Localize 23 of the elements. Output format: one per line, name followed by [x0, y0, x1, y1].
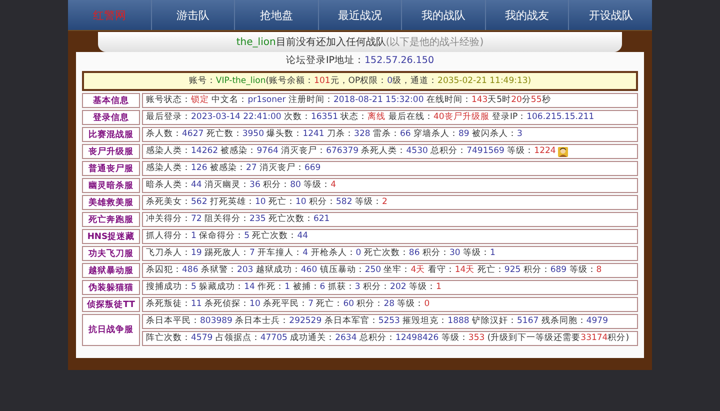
- server-title: 幽灵暗杀服: [82, 178, 140, 193]
- nav-link[interactable]: 我的战友: [484, 0, 568, 30]
- ip-text: 论坛登录IP地址：152.57.26.150: [76, 52, 644, 71]
- server-title: 抗日战争服: [82, 314, 140, 346]
- server-title: HNS捉迷藏: [82, 229, 140, 244]
- server-title: 美雄救美服: [82, 195, 140, 210]
- server-title: 基本信息: [82, 93, 140, 108]
- server-title: 死亡奔跑服: [82, 212, 140, 227]
- team-status-text: the_lion 目前没有还加入任何战队(以下是他的战斗经验): [236, 37, 484, 48]
- server-title: 功夫飞刀服: [82, 246, 140, 261]
- server-title: 比赛混战服: [82, 127, 140, 142]
- nav-link[interactable]: 最近战况: [318, 0, 402, 30]
- nav-link[interactable]: 抢地盘: [234, 0, 318, 30]
- server-title: 登录信息: [82, 110, 140, 125]
- server-title: 丧尸升级服: [82, 144, 140, 159]
- server-title: 越狱暴动服: [82, 263, 140, 278]
- server-title: 侦探叛徒TT: [82, 297, 140, 312]
- nav-link[interactable]: 游击队: [150, 0, 234, 30]
- server-title: 普通丧尸服: [82, 161, 140, 176]
- account-info: 账号：VIP-the_lion(账号余额：101元，OP权限：0级，通道：2035-02-21 11:49:13): [82, 71, 638, 91]
- nav-link[interactable]: 我的战队: [401, 0, 485, 30]
- nav-link[interactable]: 开设战队: [568, 0, 652, 30]
- server-title: 伪装躲猫猫: [82, 280, 140, 295]
